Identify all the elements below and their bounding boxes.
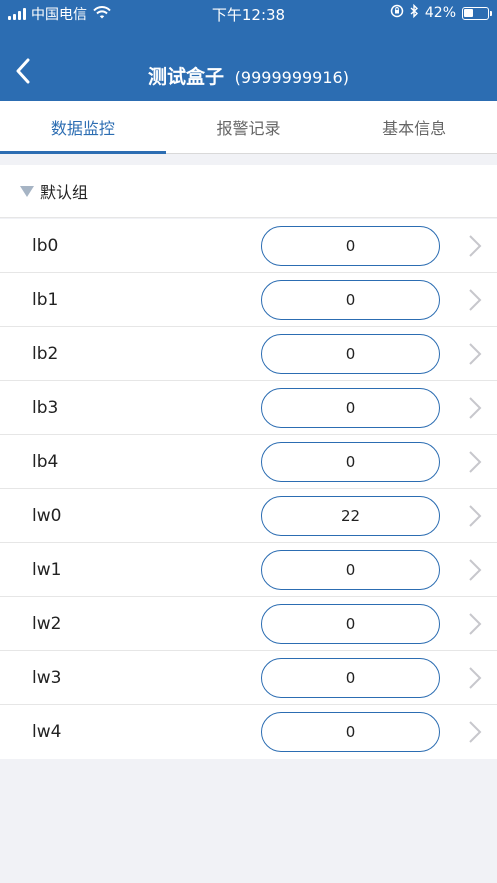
status-bar: 中国电信 下午12:38 42% (0, 0, 497, 26)
item-value[interactable]: 0 (261, 603, 440, 644)
chevron-right-icon[interactable] (466, 340, 484, 368)
item-label: lb1 (32, 289, 59, 310)
monitor-list: lb0 0 lb1 0 lb2 0 lb3 0 lb4 0 lw0 22 lw1… (0, 219, 497, 759)
item-value[interactable]: 0 (261, 279, 440, 320)
chevron-right-icon[interactable] (466, 664, 484, 692)
page-title: 测试盒子 (9999999916) (0, 62, 497, 89)
battery-percent: 42% (424, 5, 456, 21)
chevron-right-icon[interactable] (466, 448, 484, 476)
chevron-right-icon[interactable] (466, 610, 484, 638)
app-header: 中国电信 下午12:38 42% 测试盒子 (9999999916) (0, 0, 497, 101)
list-item[interactable]: lb4 0 (0, 435, 497, 489)
group-header[interactable]: 默认组 (0, 165, 497, 218)
item-value[interactable]: 0 (261, 712, 440, 752)
list-item[interactable]: lw1 0 (0, 543, 497, 597)
list-item[interactable]: lb3 0 (0, 381, 497, 435)
item-label: lb2 (32, 343, 59, 364)
item-label: lb0 (32, 235, 59, 256)
item-label: lw4 (32, 722, 62, 742)
list-item[interactable]: lb2 0 (0, 327, 497, 381)
item-label: lw0 (32, 505, 62, 526)
item-label: lw3 (32, 667, 62, 688)
chevron-right-icon[interactable] (466, 232, 484, 260)
list-item[interactable]: lb1 0 (0, 273, 497, 327)
tab-basic-info[interactable]: 基本信息 (331, 101, 497, 153)
chevron-right-icon[interactable] (466, 502, 484, 530)
chevron-right-icon[interactable] (466, 286, 484, 314)
list-item[interactable]: lw3 0 (0, 651, 497, 705)
item-value[interactable]: 0 (261, 387, 440, 428)
chevron-right-icon[interactable] (466, 718, 484, 746)
item-value[interactable]: 0 (261, 657, 440, 698)
item-value[interactable]: 0 (261, 333, 440, 374)
chevron-right-icon[interactable] (466, 556, 484, 584)
device-name: 测试盒子 (148, 66, 225, 88)
tab-alarm-records[interactable]: 报警记录 (166, 101, 332, 153)
item-label: lb4 (32, 451, 59, 472)
triangle-down-icon (20, 185, 34, 197)
list-item[interactable]: lb0 0 (0, 219, 497, 273)
item-value[interactable]: 0 (261, 549, 440, 590)
tab-data-monitor[interactable]: 数据监控 (0, 101, 166, 154)
item-value[interactable]: 0 (261, 441, 440, 482)
item-label: lw2 (32, 613, 62, 634)
orientation-lock-icon (390, 4, 404, 22)
item-value[interactable]: 22 (261, 495, 440, 536)
tab-bar: 数据监控 报警记录 基本信息 (0, 101, 497, 154)
device-id: (9999999916) (234, 68, 349, 87)
item-value[interactable]: 0 (261, 225, 440, 266)
bluetooth-icon (410, 3, 419, 22)
item-label: lw1 (32, 559, 62, 580)
list-item[interactable]: lw0 22 (0, 489, 497, 543)
item-label: lb3 (32, 397, 59, 418)
list-item[interactable]: lw2 0 (0, 597, 497, 651)
chevron-right-icon[interactable] (466, 394, 484, 422)
battery-icon (462, 6, 492, 20)
list-item[interactable]: lw4 0 (0, 705, 497, 759)
group-label: 默认组 (40, 183, 89, 202)
